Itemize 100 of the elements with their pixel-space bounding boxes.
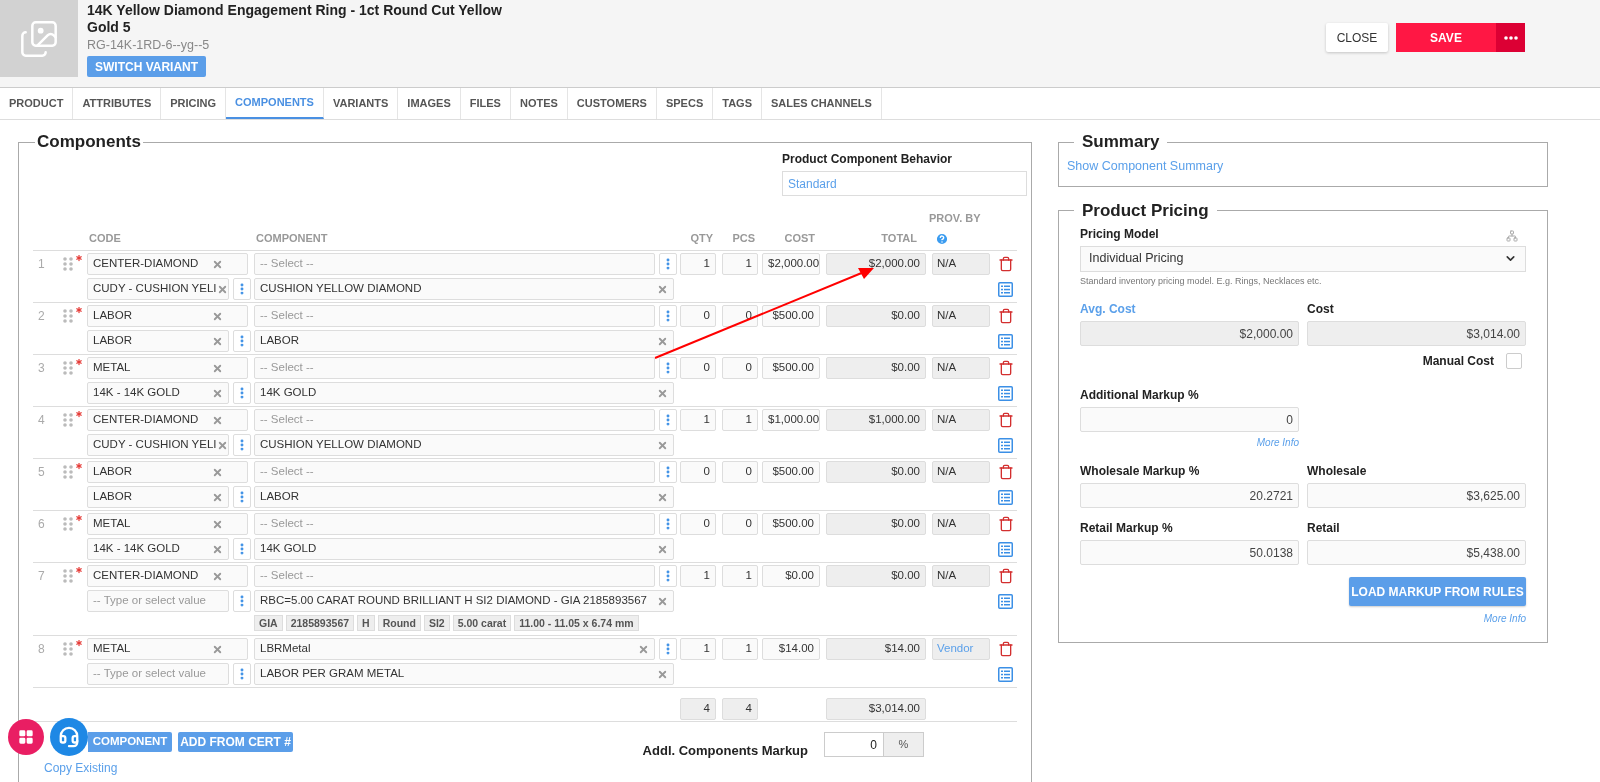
total-field[interactable]: $0.00 [826, 357, 926, 379]
kebab-button[interactable] [659, 305, 677, 327]
total-field[interactable]: $0.00 [826, 565, 926, 587]
drag-handle-icon[interactable] [63, 309, 73, 323]
clear-icon[interactable] [657, 668, 668, 680]
input-field[interactable]: METAL [87, 357, 248, 379]
input-field[interactable]: $0.00 [762, 565, 820, 587]
input-field[interactable]: CUDY - CUSHION YELI [87, 278, 229, 300]
clear-icon[interactable] [212, 362, 223, 374]
clear-icon[interactable] [212, 570, 223, 582]
clear-icon[interactable] [657, 595, 668, 607]
input-field[interactable]: LABOR [254, 486, 674, 508]
input-field[interactable]: 14K GOLD [254, 538, 674, 560]
total-field[interactable]: $2,000.00 [826, 253, 926, 275]
clear-icon[interactable] [657, 387, 668, 399]
input-field[interactable]: CENTER-DIAMOND [87, 253, 248, 275]
drag-handle-icon[interactable] [63, 465, 73, 479]
input-field[interactable]: CUSHION YELLOW DIAMOND [254, 278, 674, 300]
clear-icon[interactable] [212, 518, 223, 530]
total-field[interactable]: $1,000.00 [826, 409, 926, 431]
trash-icon[interactable] [998, 464, 1014, 480]
manual-cost-checkbox[interactable] [1506, 353, 1522, 370]
kebab-button[interactable] [659, 253, 677, 275]
kebab-button[interactable] [659, 409, 677, 431]
kebab-button[interactable] [659, 513, 677, 535]
drag-handle-icon[interactable] [63, 642, 73, 656]
clear-icon[interactable] [212, 387, 223, 399]
trash-icon[interactable] [998, 360, 1014, 376]
tab[interactable]: VARIANTS [323, 88, 399, 119]
input-field[interactable]: 0 [722, 461, 758, 483]
input-field[interactable]: $3,625.00 [1307, 483, 1526, 509]
trash-icon[interactable] [998, 641, 1014, 657]
clear-icon[interactable] [657, 283, 668, 295]
hierarchy-icon[interactable] [1506, 229, 1518, 242]
trash-icon[interactable] [998, 568, 1014, 584]
list-icon[interactable] [998, 333, 1013, 349]
kebab-button[interactable] [233, 486, 251, 508]
clear-icon[interactable] [216, 439, 228, 451]
clear-icon[interactable] [657, 335, 668, 347]
kebab-button[interactable] [233, 278, 251, 300]
total-field[interactable]: $0.00 [826, 305, 926, 327]
tab[interactable]: SPECS [656, 88, 714, 119]
clear-icon[interactable] [212, 258, 223, 270]
tab[interactable]: PRODUCT [0, 88, 74, 119]
kebab-button[interactable] [659, 638, 677, 660]
input-field[interactable]: LABOR [254, 330, 674, 352]
input-field[interactable]: LABOR [87, 486, 229, 508]
input-field[interactable]: $500.00 [762, 305, 820, 327]
tab[interactable]: ATTRIBUTES [73, 88, 162, 119]
total-field[interactable]: $0.00 [826, 513, 926, 535]
drag-handle-icon[interactable] [63, 413, 73, 427]
list-icon[interactable] [998, 666, 1013, 682]
clear-icon[interactable] [212, 335, 223, 347]
input-field[interactable]: 0 [680, 461, 716, 483]
input-field[interactable]: $500.00 [762, 461, 820, 483]
clear-icon[interactable] [212, 414, 223, 426]
input-field[interactable]: 20.2721 [1080, 483, 1299, 509]
save-button[interactable]: SAVE [1396, 23, 1496, 52]
input-field[interactable]: RBC=5.00 CARAT ROUND BRILLIANT H SI2 DIAMOND - GIA 2185893567 [254, 590, 674, 612]
total-field[interactable]: 4 [722, 698, 758, 720]
input-field[interactable]: CUSHION YELLOW DIAMOND [254, 434, 674, 456]
kebab-button[interactable] [659, 357, 677, 379]
input-field[interactable]: CUDY - CUSHION YELI [87, 434, 229, 456]
kebab-button[interactable] [659, 565, 677, 587]
clear-icon[interactable] [638, 643, 649, 655]
more-button[interactable] [1496, 23, 1525, 52]
input-field[interactable]: 1 [722, 409, 758, 431]
trash-icon[interactable] [998, 516, 1014, 532]
input-field[interactable]: 0 [680, 513, 716, 535]
clear-icon[interactable] [657, 543, 668, 555]
input-field[interactable]: 0 [680, 357, 716, 379]
input-field[interactable]: $500.00 [762, 513, 820, 535]
close-button[interactable]: CLOSE [1326, 23, 1388, 52]
drag-handle-icon[interactable] [63, 517, 73, 531]
input-field[interactable]: 0 [1080, 407, 1299, 433]
total-field[interactable]: 4 [680, 698, 716, 720]
drag-handle-icon[interactable] [63, 361, 73, 375]
list-icon[interactable] [998, 593, 1013, 609]
input-field[interactable]: $2,000.00 [762, 253, 820, 275]
drag-handle-icon[interactable] [63, 257, 73, 271]
input-field[interactable]: LABOR PER GRAM METAL [254, 663, 674, 685]
input-field[interactable]: 1 [680, 565, 716, 587]
kebab-button[interactable] [233, 538, 251, 560]
input-field[interactable]: $1,000.00 [762, 409, 820, 431]
clear-icon[interactable] [657, 491, 668, 503]
kebab-button[interactable] [233, 663, 251, 685]
tab[interactable]: PRICING [161, 88, 227, 119]
total-field[interactable]: $14.00 [826, 638, 926, 660]
kebab-button[interactable] [233, 330, 251, 352]
select-field[interactable]: LBRMetal [254, 638, 655, 660]
input-field[interactable]: 1 [722, 638, 758, 660]
tab[interactable]: SALES CHANNELS [762, 88, 882, 119]
kebab-button[interactable] [233, 382, 251, 404]
input-field[interactable]: LABOR [87, 305, 248, 327]
clear-icon[interactable] [216, 283, 228, 295]
input-field[interactable]: 1 [680, 638, 716, 660]
markup-input[interactable]: 0 [824, 732, 884, 757]
clear-icon[interactable] [212, 466, 223, 478]
trash-icon[interactable] [998, 412, 1014, 428]
input-field[interactable]: CENTER-DIAMOND [87, 565, 248, 587]
